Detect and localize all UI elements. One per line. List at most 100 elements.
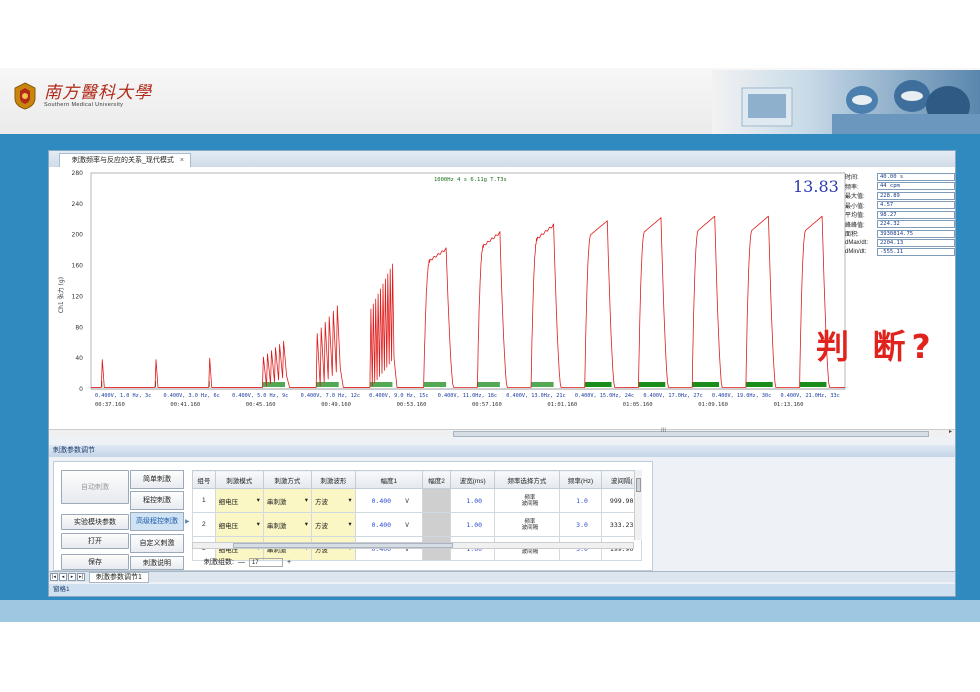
readout-label: dMax/dt: [845,239,869,246]
amplitude-1-cell[interactable]: 0.400 V [354,512,423,537]
readout-label: 峰峰值: [845,222,865,229]
dropdown-arrow-icon[interactable]: ▾ [257,496,260,506]
stim-label: 0.400V, 1.0 Hz, 3c [95,393,151,399]
readout-row: dMax/dt: 2204.13 [845,238,955,247]
y-tick-label: 120 [72,293,84,300]
stim-label: 0.400V, 15.0Hz, 24c [575,393,634,399]
stim-method-select[interactable]: 串刺激 ▾ [262,512,313,537]
readout-value: 224.32 [877,220,955,229]
pulse-width-cell[interactable]: 1.00 [450,488,496,513]
readout-value: 2204.13 [877,238,955,247]
university-seal-icon [14,82,36,110]
stim-mode-select-value: 细电压 [218,522,239,530]
sheet-tab[interactable]: 刺激参数调节1 [89,571,149,583]
cursor-value: 13.83 [793,177,839,196]
scrollbar-grip: III [661,428,667,434]
time-tick-label: 01:13.160 [774,402,804,408]
sheet-tabs: |◂ ◂ ▸ ▸| 刺激参数调节1 [49,571,955,583]
stim-wave-select-value: 方波 [315,498,328,506]
dropdown-arrow-icon[interactable]: ▾ [257,520,260,530]
stim-method-select[interactable]: 串刺激 ▾ [262,488,313,513]
stim-label: 0.400V, 13.0Hz, 21c [506,393,565,399]
open-button[interactable]: 打开 [61,533,129,549]
freq-select-cell[interactable]: 频率波间隔 [494,512,560,537]
stim-param-panel: 自动刺激 实验模块参数 打开 保存 简单刺激 程控刺激 高级程控刺激 自定义刺激… [53,461,653,571]
scrollbar-thumb[interactable] [453,431,929,437]
frequency-cell[interactable]: 1.0 [558,488,603,513]
first-sheet-icon[interactable]: |◂ [50,573,58,581]
surgeons-photo [712,70,980,144]
amplitude-1-value: 0.400 [371,520,392,529]
close-icon[interactable]: × [180,155,184,167]
stim-count-input[interactable]: 17 [248,557,283,567]
time-tick-label: 01:09.160 [698,402,728,408]
readout-row: 峰峰值: 224.32 [845,219,955,229]
y-tick-label: 80 [75,324,83,331]
amplitude-1-value: 0.400 [371,496,392,505]
freq-option-interval[interactable]: 波间隔 [501,501,559,507]
prev-sheet-icon[interactable]: ◂ [59,573,67,581]
status-bar: 窗格1 [49,584,955,596]
tab-chart[interactable]: 刺激频率与反应的关系_现代模式 × [59,153,191,167]
table-header-cell: 波宽(ms) [450,470,496,489]
time-tick-label: 00:57.160 [472,402,502,408]
pulse-width-cell[interactable]: 1.00 [450,512,496,537]
stim-label: 0.400V, 5.0 Hz, 9c [232,393,288,399]
stim-method-select-value: 串刺激 [266,522,287,530]
y-tick-label: 160 [72,263,84,270]
auto-stim-button[interactable]: 自动刺激 [61,470,129,504]
readout-label: 平均值: [845,213,865,220]
table-header-cell: 刺激方式 [262,470,313,489]
stim-label: 0.400V, 21.0Hz, 33c [780,393,839,399]
table-header-cell: 幅度1 [354,470,423,489]
mode-advanced-button[interactable]: 高级程控刺激 [130,512,184,531]
readout-value: 228.89 [877,191,955,200]
stim-wave-select[interactable]: 方波 ▾ [311,512,356,537]
mode-program-button[interactable]: 程控刺激 [130,491,184,510]
amplitude-unit: V [405,496,410,505]
plus-button[interactable]: + [287,559,291,566]
stim-mode-select[interactable]: 细电压 ▾ [214,488,264,513]
stim-mode-select[interactable]: 细电压 ▾ [214,512,264,537]
time-tick-label: 00:37.160 [95,402,125,408]
freq-option-interval[interactable]: 波间隔 [501,549,559,555]
save-button[interactable]: 保存 [61,554,129,570]
chart-axes [90,172,846,390]
freq-select-cell[interactable]: 频率波间隔 [494,488,560,513]
dropdown-arrow-icon[interactable]: ▾ [348,496,351,506]
readout-row: 面积: 3930814.75 [845,229,955,238]
readout-value: 44 cpm [877,182,955,191]
y-tick-label: 40 [75,355,83,362]
table-hscroll-thumb[interactable] [233,543,453,548]
stim-method-select-value: 串刺激 [266,498,287,506]
readout-value: -555.11 [877,248,955,257]
amplitude-2-cell [421,488,452,513]
amplitude-unit: V [405,520,410,529]
dropdown-arrow-icon[interactable]: ▾ [305,496,308,506]
mode-custom-button[interactable]: 自定义刺激 [130,534,184,553]
frequency-cell[interactable]: 3.0 [558,512,603,537]
stim-label: 0.400V, 19.0Hz, 30c [712,393,771,399]
y-tick-label: 200 [72,232,84,239]
y-tick-label: 0 [79,386,83,393]
stim-label: 0.400V, 3.0 Hz, 6c [164,393,220,399]
dropdown-arrow-icon[interactable]: ▾ [305,520,308,530]
minus-button[interactable]: — [238,559,245,566]
freq-option-interval[interactable]: 波间隔 [501,525,559,531]
table-vscrollbar[interactable] [634,470,642,540]
scroll-right-icon[interactable]: ▸ [949,428,952,435]
amplitude-1-cell[interactable]: 0.400 V [354,488,423,513]
table-vscroll-thumb[interactable] [636,478,641,492]
chart-scrollbar[interactable]: III ▸ [49,428,955,437]
module-params-button[interactable]: 实验模块参数 [61,514,129,530]
mode-help-button[interactable]: 刺激说明 [130,556,184,570]
time-tick-label: 01:05.160 [623,402,653,408]
stim-wave-select[interactable]: 方波 ▾ [311,488,356,513]
next-sheet-icon[interactable]: ▸ [68,573,76,581]
mode-simple-button[interactable]: 简单刺激 [130,470,184,489]
table-hscrollbar[interactable] [192,542,634,549]
time-tick-label: 01:01.160 [547,402,577,408]
software-window: 刺激频率与反应的关系_现代模式 × 0 40 80 120 160 200 240 280 Ch… [48,150,956,597]
dropdown-arrow-icon[interactable]: ▾ [348,520,351,530]
last-sheet-icon[interactable]: ▸| [77,573,85,581]
